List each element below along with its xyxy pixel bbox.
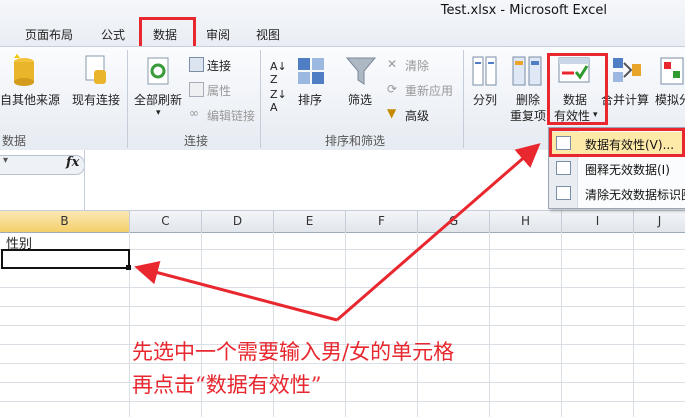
instruction-annotation: 先选中一个需要输入男/女的单元格 再点击“数据有效性”	[132, 336, 454, 402]
annotation-line-1: 先选中一个需要输入男/女的单元格	[132, 340, 455, 364]
annotation-line-2: 再点击“数据有效性”	[132, 373, 322, 397]
arrow-to-menu	[336, 143, 541, 322]
arrow-to-cell	[134, 260, 338, 322]
